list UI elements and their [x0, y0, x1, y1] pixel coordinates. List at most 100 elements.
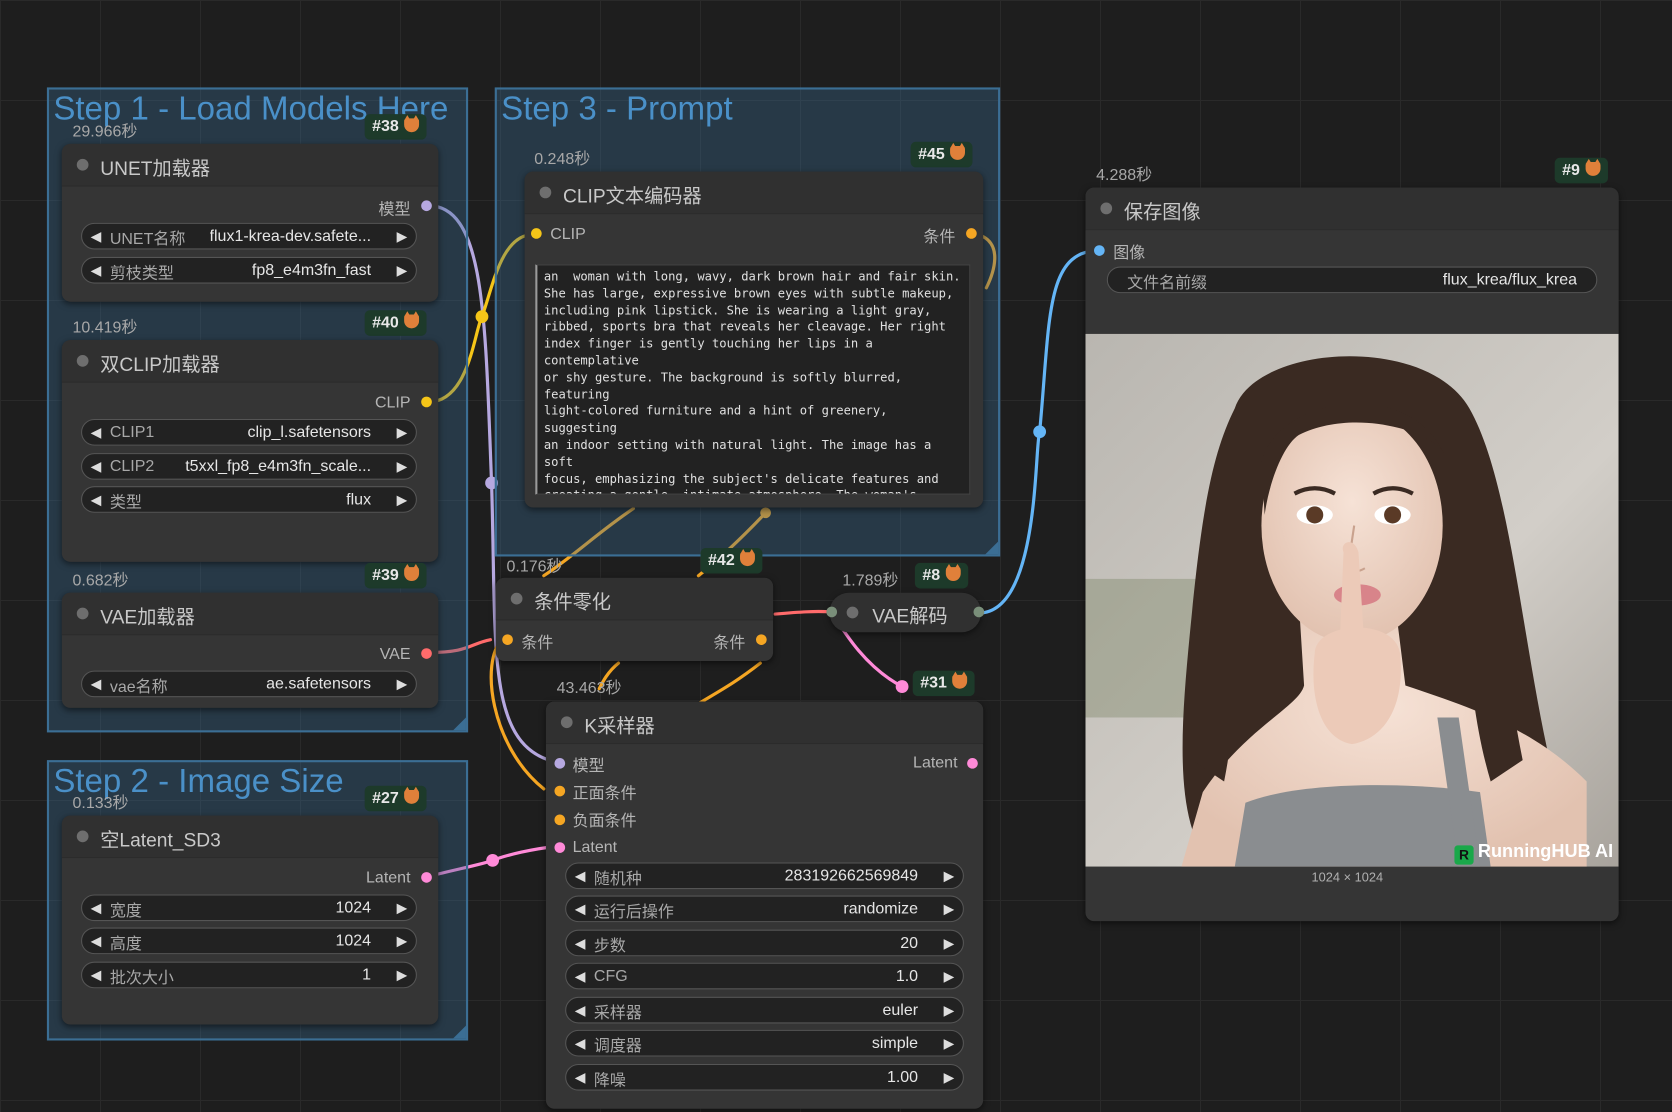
widget-scheduler[interactable]: ◀ 调度器 simple ▶: [565, 1029, 964, 1057]
widget-unet-name[interactable]: ◀ UNET名称 flux1-krea-dev.safete... ▶: [81, 222, 417, 250]
output-slot-image[interactable]: [973, 606, 985, 618]
collapse-dot-icon[interactable]: [846, 606, 859, 619]
output-slot-clip[interactable]: [421, 396, 432, 408]
widget-cfg[interactable]: ◀ CFG 1.0 ▶: [565, 962, 964, 990]
input-slot-positive[interactable]: [554, 785, 566, 797]
output-slot-conditioning[interactable]: [966, 228, 977, 239]
increment-arrow-icon[interactable]: ▶: [397, 458, 408, 475]
node-vae-decode[interactable]: VAE解码: [826, 592, 985, 633]
decrement-arrow-icon[interactable]: ◀: [575, 935, 586, 952]
widget-vae-name[interactable]: ◀ vae名称 ae.safetensors ▶: [81, 670, 417, 698]
decrement-arrow-icon[interactable]: ◀: [91, 491, 102, 508]
node-header[interactable]: K采样器: [545, 701, 984, 745]
widget-width[interactable]: ◀ 宽度 1024 ▶: [81, 894, 417, 922]
collapse-dot-icon[interactable]: [560, 716, 573, 729]
widget-height[interactable]: ◀ 高度 1024 ▶: [81, 927, 417, 955]
increment-arrow-icon[interactable]: ▶: [944, 1002, 955, 1019]
widget-batch-size[interactable]: ◀ 批次大小 1 ▶: [81, 961, 417, 989]
prompt-textarea[interactable]: an woman with long, wavy, dark brown hai…: [535, 264, 971, 495]
decrement-arrow-icon[interactable]: ◀: [575, 968, 586, 985]
input-slot-clip[interactable]: [531, 228, 542, 239]
node-empty-latent[interactable]: 空Latent_SD3 Latent ◀ 宽度 1024 ▶ ◀ 高度 1024…: [61, 815, 439, 1025]
widget-seed[interactable]: ◀ 随机种 283192662569849 ▶: [565, 862, 964, 890]
decrement-arrow-icon[interactable]: ◀: [91, 458, 102, 475]
input-slot-samples[interactable]: [826, 606, 838, 618]
increment-arrow-icon[interactable]: ▶: [397, 933, 408, 950]
image-preview[interactable]: R RunningHUB AI: [1085, 333, 1619, 867]
node-ksampler[interactable]: K采样器 模型 正面条件 负面条件 Latent Latent ◀ 随机种 28…: [545, 701, 984, 1109]
decrement-arrow-icon[interactable]: ◀: [575, 1002, 586, 1019]
node-save-image[interactable]: 保存图像 图像 文件名前缀 flux_krea/flux_krea R Runn…: [1085, 187, 1619, 922]
collapse-dot-icon[interactable]: [76, 830, 89, 843]
decrement-arrow-icon[interactable]: ◀: [575, 868, 586, 885]
widget-sampler[interactable]: ◀ 采样器 euler ▶: [565, 996, 964, 1024]
increment-arrow-icon[interactable]: ▶: [944, 901, 955, 918]
input-slot-conditioning[interactable]: [502, 634, 513, 645]
decrement-arrow-icon[interactable]: ◀: [91, 424, 102, 441]
group-resize-handle[interactable]: [453, 717, 466, 731]
widget-clip1[interactable]: ◀ CLIP1 clip_l.safetensors ▶: [81, 418, 417, 446]
node-dual-clip-loader[interactable]: 双CLIP加载器 CLIP ◀ CLIP1 clip_l.safetensors…: [61, 340, 439, 562]
node-header[interactable]: CLIP文本编码器: [524, 171, 984, 215]
output-slot-latent[interactable]: [967, 757, 978, 769]
input-slot-images[interactable]: [1094, 245, 1105, 256]
collapse-dot-icon[interactable]: [76, 158, 89, 171]
output-slot-conditioning[interactable]: [756, 634, 767, 645]
output-label: Latent: [366, 868, 411, 887]
increment-arrow-icon[interactable]: ▶: [397, 424, 408, 441]
increment-arrow-icon[interactable]: ▶: [397, 491, 408, 508]
collapse-dot-icon[interactable]: [539, 186, 552, 199]
decrement-arrow-icon[interactable]: ◀: [91, 228, 102, 245]
collapse-dot-icon[interactable]: [76, 607, 89, 620]
output-slot-vae[interactable]: [421, 648, 432, 659]
group-resize-handle[interactable]: [453, 1025, 466, 1039]
output-slot-latent[interactable]: [421, 872, 432, 883]
node-header[interactable]: 保存图像: [1085, 187, 1619, 231]
decrement-arrow-icon[interactable]: ◀: [91, 262, 102, 279]
decrement-arrow-icon[interactable]: ◀: [575, 1069, 586, 1086]
widget-weight-dtype[interactable]: ◀ 剪枝类型 fp8_e4m3fn_fast ▶: [81, 256, 417, 284]
increment-arrow-icon[interactable]: ▶: [397, 676, 408, 693]
node-clip-text-encode[interactable]: CLIP文本编码器 CLIP 条件 an woman with long, wa…: [524, 171, 984, 508]
input-slot-latent[interactable]: [554, 842, 566, 853]
input-slot-model[interactable]: [554, 757, 566, 769]
node-title: 空Latent_SD3: [100, 829, 221, 851]
node-header[interactable]: 空Latent_SD3: [61, 815, 439, 859]
decrement-arrow-icon[interactable]: ◀: [91, 967, 102, 984]
decrement-arrow-icon[interactable]: ◀: [575, 1035, 586, 1052]
collapse-dot-icon[interactable]: [1100, 202, 1113, 215]
collapse-dot-icon[interactable]: [76, 355, 89, 367]
output-slot-model[interactable]: [421, 200, 432, 212]
increment-arrow-icon[interactable]: ▶: [944, 935, 955, 952]
increment-arrow-icon[interactable]: ▶: [397, 228, 408, 245]
node-vae-loader[interactable]: VAE加载器 VAE ◀ vae名称 ae.safetensors ▶: [61, 592, 439, 708]
decrement-arrow-icon[interactable]: ◀: [91, 676, 102, 693]
group-resize-handle[interactable]: [985, 541, 999, 555]
decrement-arrow-icon[interactable]: ◀: [91, 933, 102, 950]
node-unet-loader[interactable]: UNET加载器 模型 ◀ UNET名称 flux1-krea-dev.safet…: [61, 143, 439, 302]
node-header[interactable]: VAE加载器: [61, 592, 439, 636]
input-slot-negative[interactable]: [554, 814, 566, 826]
node-header[interactable]: 条件零化: [495, 577, 774, 621]
widget-clip2[interactable]: ◀ CLIP2 t5xxl_fp8_e4m3fn_scale... ▶: [81, 453, 417, 480]
widget-control-after-generate[interactable]: ◀ 运行后操作 randomize ▶: [565, 895, 964, 923]
increment-arrow-icon[interactable]: ▶: [397, 900, 408, 917]
widget-denoise[interactable]: ◀ 降噪 1.00 ▶: [565, 1063, 964, 1091]
portrait-image: [1085, 333, 1619, 867]
widget-steps[interactable]: ◀ 步数 20 ▶: [565, 929, 964, 957]
widget-filename-prefix[interactable]: 文件名前缀 flux_krea/flux_krea: [1106, 266, 1598, 294]
increment-arrow-icon[interactable]: ▶: [397, 262, 408, 279]
widget-clip-type[interactable]: ◀ 类型 flux ▶: [81, 486, 417, 513]
increment-arrow-icon[interactable]: ▶: [397, 967, 408, 984]
decrement-arrow-icon[interactable]: ◀: [91, 900, 102, 917]
decrement-arrow-icon[interactable]: ◀: [575, 901, 586, 918]
node-header[interactable]: UNET加载器: [61, 143, 439, 187]
node-header[interactable]: 双CLIP加载器: [61, 340, 439, 383]
increment-arrow-icon[interactable]: ▶: [944, 1069, 955, 1086]
increment-arrow-icon[interactable]: ▶: [944, 1035, 955, 1052]
increment-arrow-icon[interactable]: ▶: [944, 868, 955, 885]
node-title: VAE解码: [872, 605, 948, 627]
collapse-dot-icon[interactable]: [510, 592, 523, 605]
increment-arrow-icon[interactable]: ▶: [944, 968, 955, 985]
node-conditioning-zero-out[interactable]: 条件零化 条件 条件: [495, 577, 774, 661]
